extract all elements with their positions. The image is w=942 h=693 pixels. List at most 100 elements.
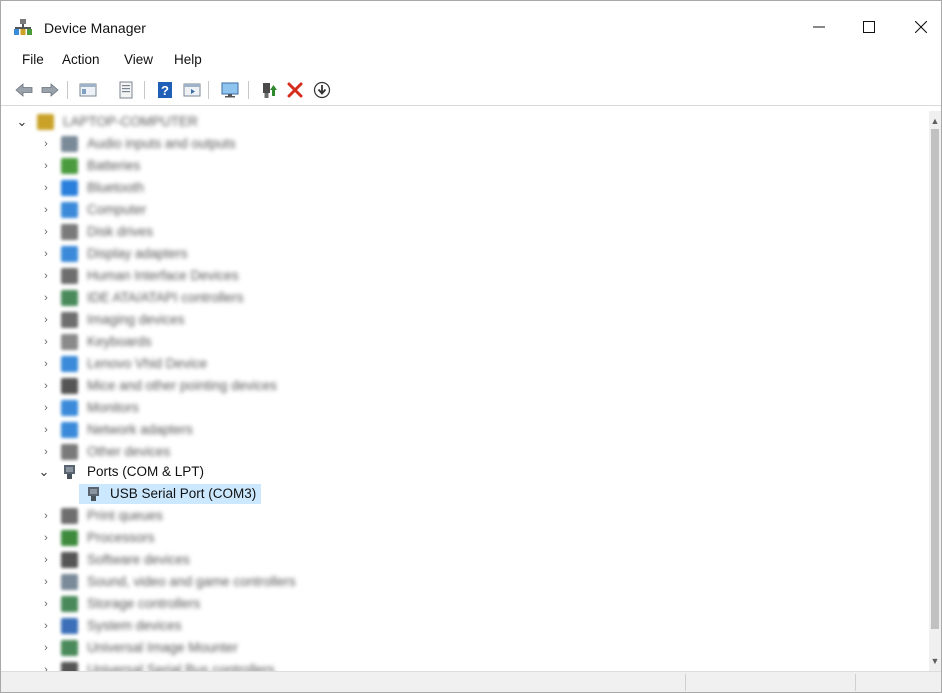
chevron-down-icon[interactable]: ⌄	[15, 114, 29, 130]
tree-item-category[interactable]: › Storage controllers	[1, 593, 929, 615]
scrollbar-thumb[interactable]	[931, 129, 939, 629]
maximize-button[interactable]	[846, 10, 892, 44]
chevron-right-icon[interactable]: ›	[39, 136, 53, 152]
category-label: Network adapters	[87, 422, 193, 437]
update-driver-button[interactable]	[258, 79, 280, 101]
tree-item-category[interactable]: › Keyboards	[1, 331, 929, 353]
toolbar-separator	[208, 81, 209, 99]
chevron-right-icon[interactable]: ›	[39, 552, 53, 568]
chevron-right-icon[interactable]: ›	[39, 356, 53, 372]
tree-item-category[interactable]: › Network adapters	[1, 419, 929, 441]
tree-item-category[interactable]: › IDE ATA/ATAPI controllers	[1, 287, 929, 309]
category-label: System devices	[87, 618, 182, 633]
tree-root[interactable]: ⌄ LAPTOP-COMPUTER	[1, 111, 929, 133]
chevron-right-icon[interactable]: ›	[39, 246, 53, 262]
chevron-right-icon[interactable]: ›	[39, 400, 53, 416]
chevron-right-icon[interactable]: ›	[39, 640, 53, 656]
category-label: Software devices	[87, 552, 190, 567]
tree-item-category[interactable]: › Sound, video and game controllers	[1, 571, 929, 593]
chevron-right-icon[interactable]: ›	[39, 268, 53, 284]
tree-item-usb-serial-port[interactable]: USB Serial Port (COM3)	[1, 483, 929, 505]
minimize-icon	[813, 26, 825, 28]
properties-button[interactable]	[115, 79, 137, 101]
menu-file[interactable]: File	[22, 52, 44, 67]
tree-item-category[interactable]: › Computer	[1, 199, 929, 221]
category-label: Sound, video and game controllers	[87, 574, 296, 589]
device-tree: ⌄ LAPTOP-COMPUTER › Audio inputs and outp…	[1, 111, 929, 671]
printer-icon	[61, 508, 78, 524]
chevron-right-icon[interactable]: ›	[39, 158, 53, 174]
tree-item-category[interactable]: › Imaging devices	[1, 309, 929, 331]
chevron-right-icon[interactable]: ›	[39, 574, 53, 590]
chevron-right-icon[interactable]: ›	[39, 422, 53, 438]
status-bar	[1, 671, 941, 692]
tree-item-category[interactable]: › Lenovo Vhid Device	[1, 353, 929, 375]
system-device-icon	[61, 618, 78, 634]
category-label: Bluetooth	[87, 180, 145, 195]
tree-item-category[interactable]: › Mice and other pointing devices	[1, 375, 929, 397]
show-hide-tree-button[interactable]	[77, 79, 99, 101]
chevron-right-icon[interactable]: ›	[39, 378, 53, 394]
tree-item-category[interactable]: › System devices	[1, 615, 929, 637]
tree-item-category[interactable]: › Processors	[1, 527, 929, 549]
scan-hardware-button[interactable]	[219, 79, 241, 101]
chevron-right-icon[interactable]: ›	[39, 530, 53, 546]
network-icon	[61, 422, 78, 438]
tree-item-category[interactable]: › Monitors	[1, 397, 929, 419]
tree-item-category[interactable]: › Universal Image Mounter	[1, 637, 929, 659]
tree-item-category[interactable]: › Human Interface Devices	[1, 265, 929, 287]
minimize-button[interactable]	[796, 10, 842, 44]
forward-button[interactable]	[39, 79, 61, 101]
category-label: Display adapters	[87, 246, 188, 261]
category-label: Mice and other pointing devices	[87, 378, 277, 393]
chevron-right-icon[interactable]: ›	[39, 508, 53, 524]
menu-action[interactable]: Action	[62, 52, 100, 67]
tree-item-category[interactable]: › Display adapters	[1, 243, 929, 265]
tree-item-category[interactable]: › Universal Serial Bus controllers	[1, 659, 929, 671]
category-label: Imaging devices	[87, 312, 185, 327]
chevron-right-icon[interactable]: ›	[39, 290, 53, 306]
back-button[interactable]	[13, 79, 35, 101]
chevron-right-icon[interactable]: ›	[39, 202, 53, 218]
tree-item-ports[interactable]: ⌄ Ports (COM & LPT)	[1, 461, 929, 483]
install-button[interactable]	[311, 79, 333, 101]
close-button[interactable]	[898, 10, 941, 44]
chevron-right-icon[interactable]: ›	[39, 312, 53, 328]
chevron-right-icon[interactable]: ›	[39, 618, 53, 634]
uninstall-button[interactable]	[284, 79, 306, 101]
chevron-right-icon[interactable]: ›	[39, 444, 53, 460]
chevron-right-icon[interactable]: ›	[39, 596, 53, 612]
display-adapter-icon	[61, 246, 78, 262]
category-label: Processors	[87, 530, 155, 545]
vhid-icon	[61, 356, 78, 372]
tree-item-category[interactable]: › Other devices	[1, 441, 929, 463]
category-label: Disk drives	[87, 224, 154, 239]
image-mounter-icon	[61, 640, 78, 656]
chevron-right-icon[interactable]: ›	[39, 224, 53, 240]
scroll-down-icon[interactable]: ▼	[929, 653, 941, 669]
category-label: IDE ATA/ATAPI controllers	[87, 290, 244, 305]
chevron-right-icon[interactable]: ›	[39, 180, 53, 196]
chevron-right-icon[interactable]: ›	[39, 334, 53, 350]
tree-item-category[interactable]: › Audio inputs and outputs	[1, 133, 929, 155]
sound-icon	[61, 574, 78, 590]
maximize-icon	[863, 21, 875, 33]
category-label: Lenovo Vhid Device	[87, 356, 208, 371]
run-view-button[interactable]	[181, 79, 203, 101]
device-manager-icon	[14, 19, 32, 35]
tree-item-category[interactable]: › Batteries	[1, 155, 929, 177]
tree-item-category[interactable]: › Disk drives	[1, 221, 929, 243]
status-divider	[685, 674, 686, 691]
tree-item-category[interactable]: › Print queues	[1, 505, 929, 527]
vertical-scrollbar[interactable]: ▲ ▼	[929, 111, 941, 671]
help-button[interactable]: ?	[154, 79, 176, 101]
menu-help[interactable]: Help	[174, 52, 202, 67]
chevron-right-icon[interactable]: ›	[39, 662, 53, 671]
tree-item-category[interactable]: › Software devices	[1, 549, 929, 571]
menu-view[interactable]: View	[124, 52, 153, 67]
chevron-down-icon[interactable]: ⌄	[37, 464, 51, 480]
category-label: Computer	[87, 202, 147, 217]
scroll-up-icon[interactable]: ▲	[929, 113, 941, 129]
storage-icon	[61, 596, 78, 612]
tree-item-category[interactable]: › Bluetooth	[1, 177, 929, 199]
